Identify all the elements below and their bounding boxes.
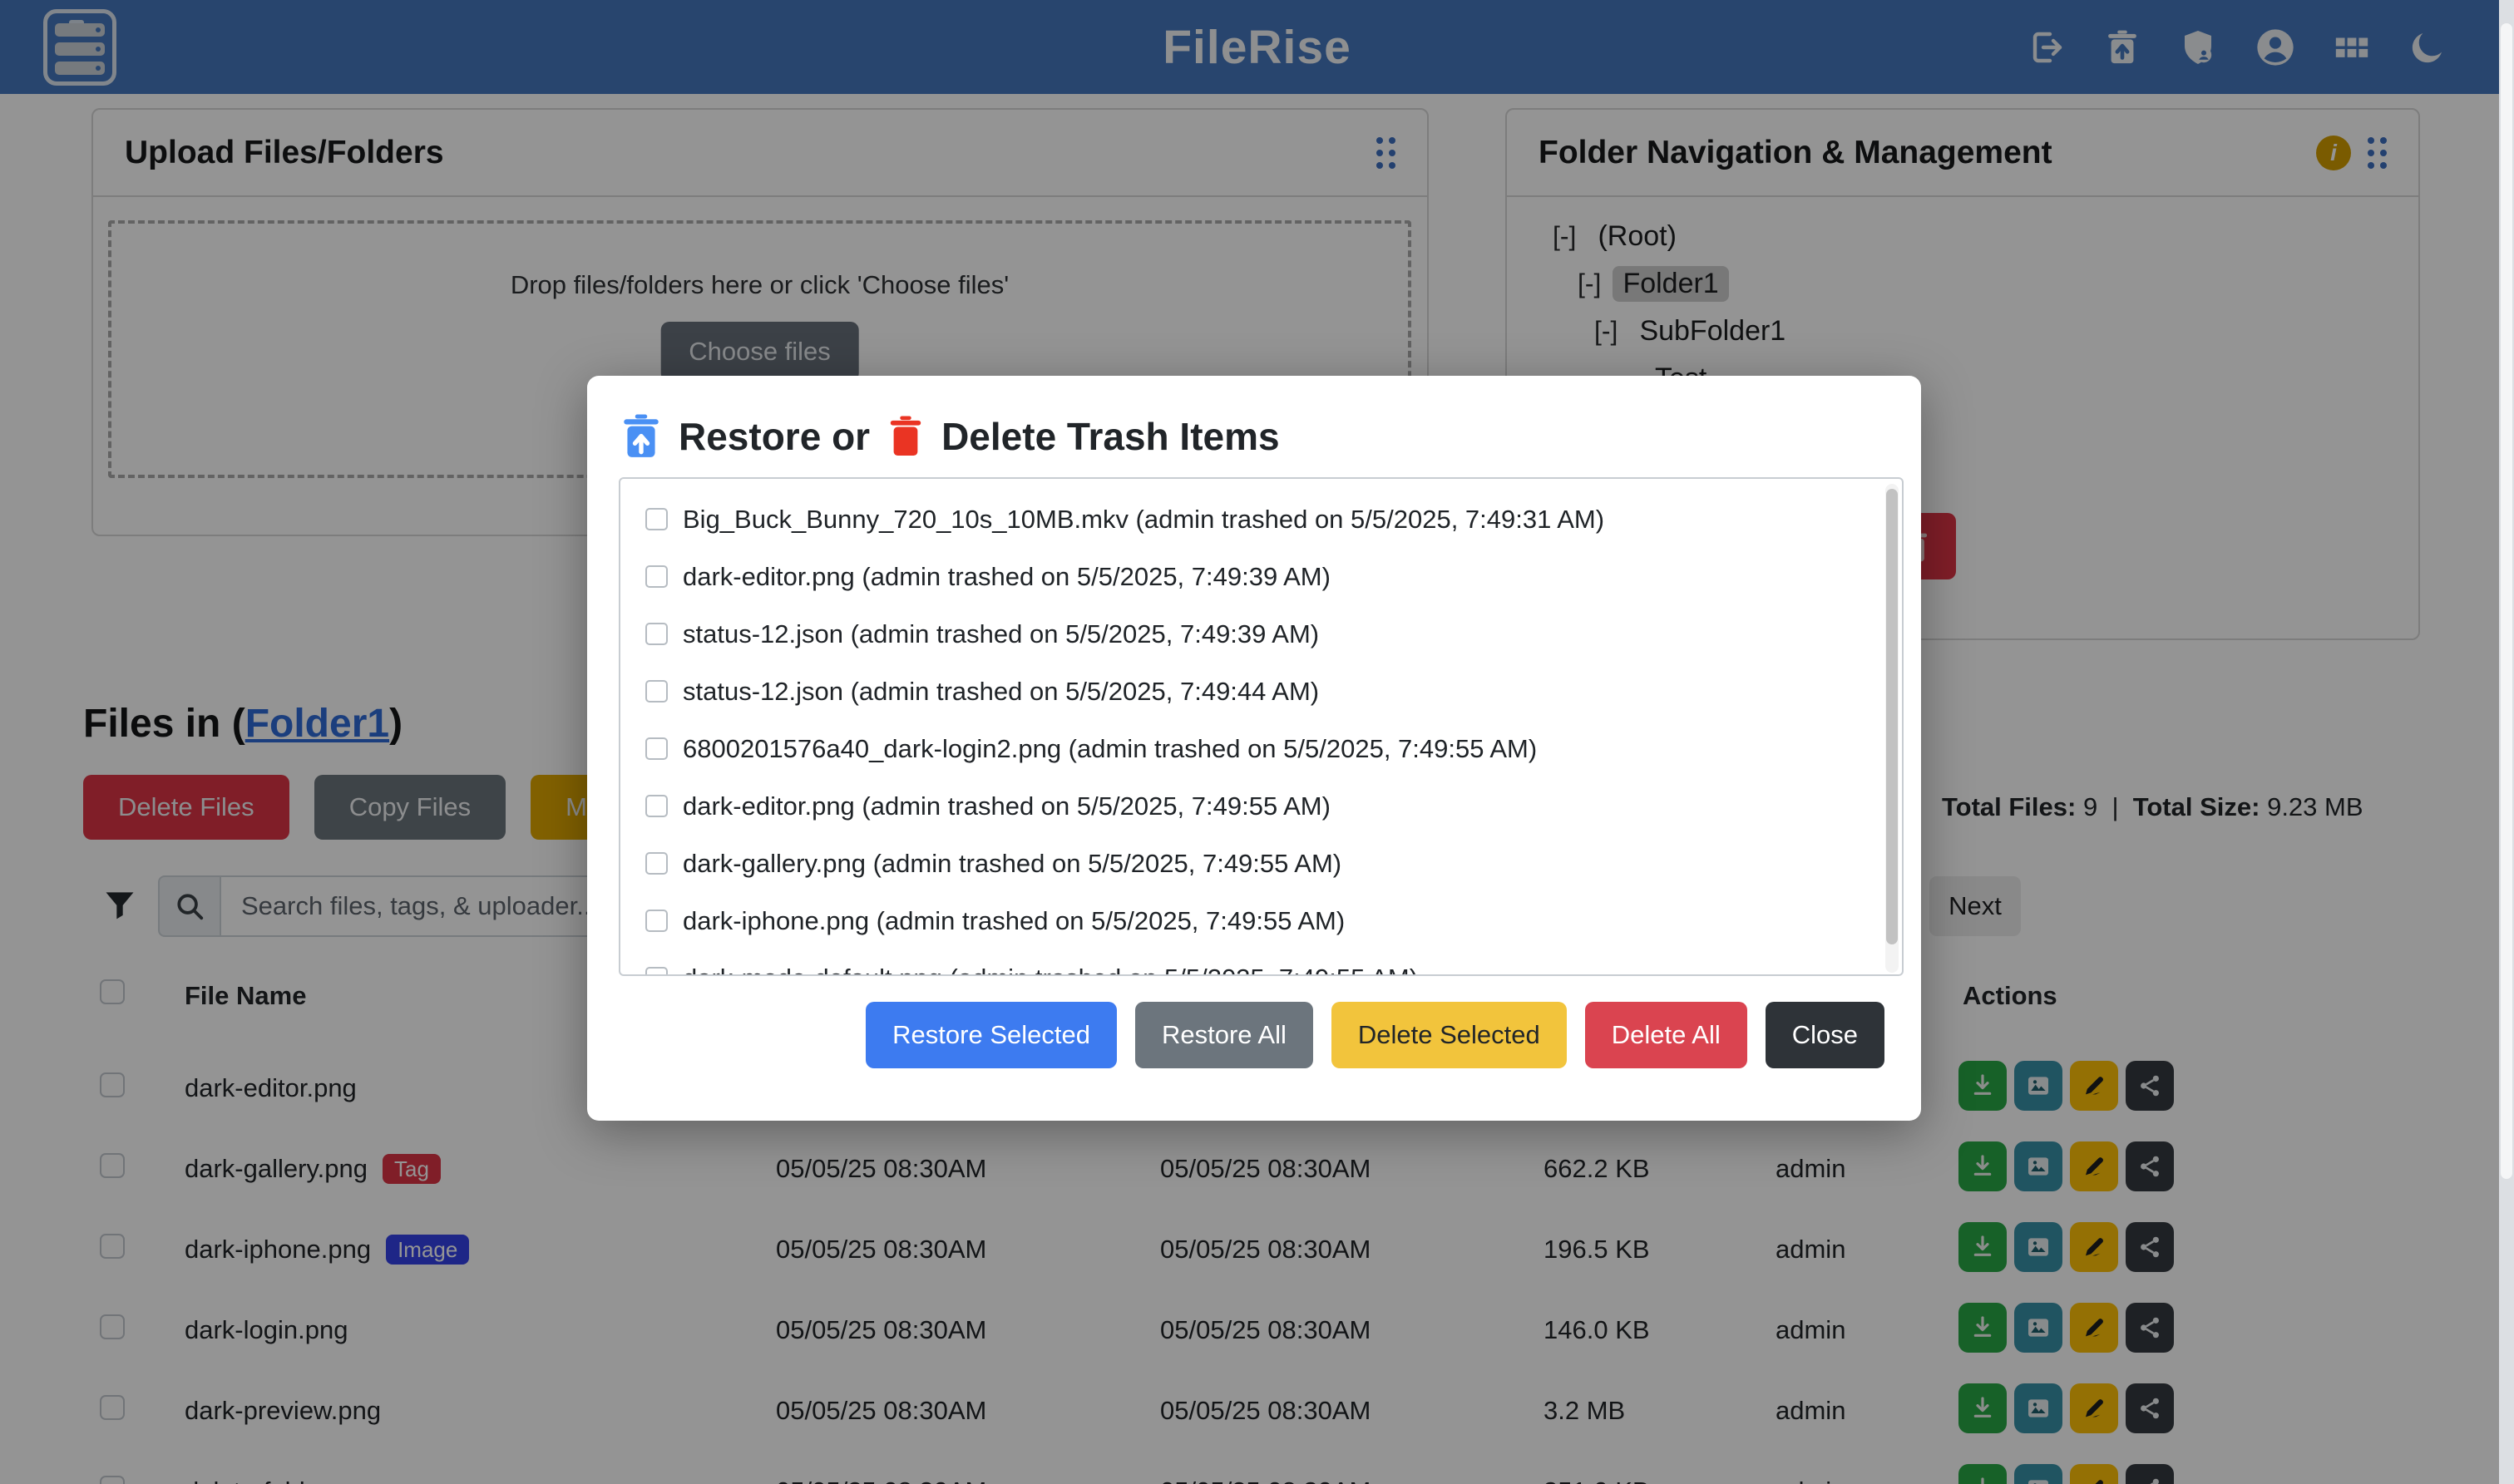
trash-list-item: dark-gallery.png (admin trashed on 5/5/2… [620, 835, 1902, 892]
modal-buttons: Restore Selected Restore All Delete Select… [866, 1002, 1884, 1068]
trash-list-item: dark-mode-default.png (admin trashed on … [620, 949, 1902, 976]
trash-item-text: dark-mode-default.png (admin trashed on … [683, 964, 1418, 977]
trash-item-text: dark-iphone.png (admin trashed on 5/5/20… [683, 906, 1345, 936]
delete-all-button[interactable]: Delete All [1585, 1002, 1747, 1068]
delete-selected-button[interactable]: Delete Selected [1331, 1002, 1567, 1068]
trash-list-item: dark-editor.png (admin trashed on 5/5/20… [620, 548, 1902, 605]
trash-list-item: 6800201576a40_dark-login2.png (admin tra… [620, 720, 1902, 777]
delete-trash-red-icon [887, 412, 925, 461]
restore-all-button[interactable]: Restore All [1135, 1002, 1313, 1068]
trash-item-checkbox[interactable] [645, 623, 668, 645]
trash-item-text: status-12.json (admin trashed on 5/5/202… [683, 619, 1319, 649]
trash-item-checkbox[interactable] [645, 737, 668, 760]
trash-item-text: status-12.json (admin trashed on 5/5/202… [683, 677, 1319, 707]
restore-trash-blue-icon [620, 412, 662, 461]
trash-item-checkbox[interactable] [645, 680, 668, 703]
trash-item-text: Big_Buck_Bunny_720_10s_10MB.mkv (admin t… [683, 505, 1604, 535]
page-scrollbar[interactable] [2499, 0, 2514, 1484]
trash-item-checkbox[interactable] [645, 967, 668, 976]
trash-item-checkbox[interactable] [645, 852, 668, 875]
trash-list-item: dark-iphone.png (admin trashed on 5/5/20… [620, 892, 1902, 949]
restore-selected-button[interactable]: Restore Selected [866, 1002, 1117, 1068]
trash-modal: Restore or Delete Trash Items Big_Buck_B… [587, 376, 1921, 1121]
modal-title-restore: Restore or [679, 414, 870, 459]
trash-item-checkbox[interactable] [645, 795, 668, 817]
trash-item-checkbox[interactable] [645, 508, 668, 530]
trash-item-checkbox[interactable] [645, 565, 668, 588]
close-button[interactable]: Close [1766, 1002, 1884, 1068]
trash-list-item: status-12.json (admin trashed on 5/5/202… [620, 605, 1902, 663]
trash-item-text: dark-editor.png (admin trashed on 5/5/20… [683, 791, 1331, 821]
trash-item-text: dark-gallery.png (admin trashed on 5/5/2… [683, 849, 1341, 879]
modal-title-delete: Delete Trash Items [941, 414, 1280, 459]
trash-modal-title: Restore or Delete Trash Items [620, 412, 1280, 461]
trash-item-checkbox[interactable] [645, 910, 668, 932]
trash-list-item: dark-editor.png (admin trashed on 5/5/20… [620, 777, 1902, 835]
trash-list-item: Big_Buck_Bunny_720_10s_10MB.mkv (admin t… [620, 491, 1902, 548]
trash-item-text: 6800201576a40_dark-login2.png (admin tra… [683, 734, 1537, 764]
trash-items-list: Big_Buck_Bunny_720_10s_10MB.mkv (admin t… [619, 477, 1904, 976]
trash-list-item: status-12.json (admin trashed on 5/5/202… [620, 663, 1902, 720]
trash-item-text: dark-editor.png (admin trashed on 5/5/20… [683, 562, 1331, 592]
